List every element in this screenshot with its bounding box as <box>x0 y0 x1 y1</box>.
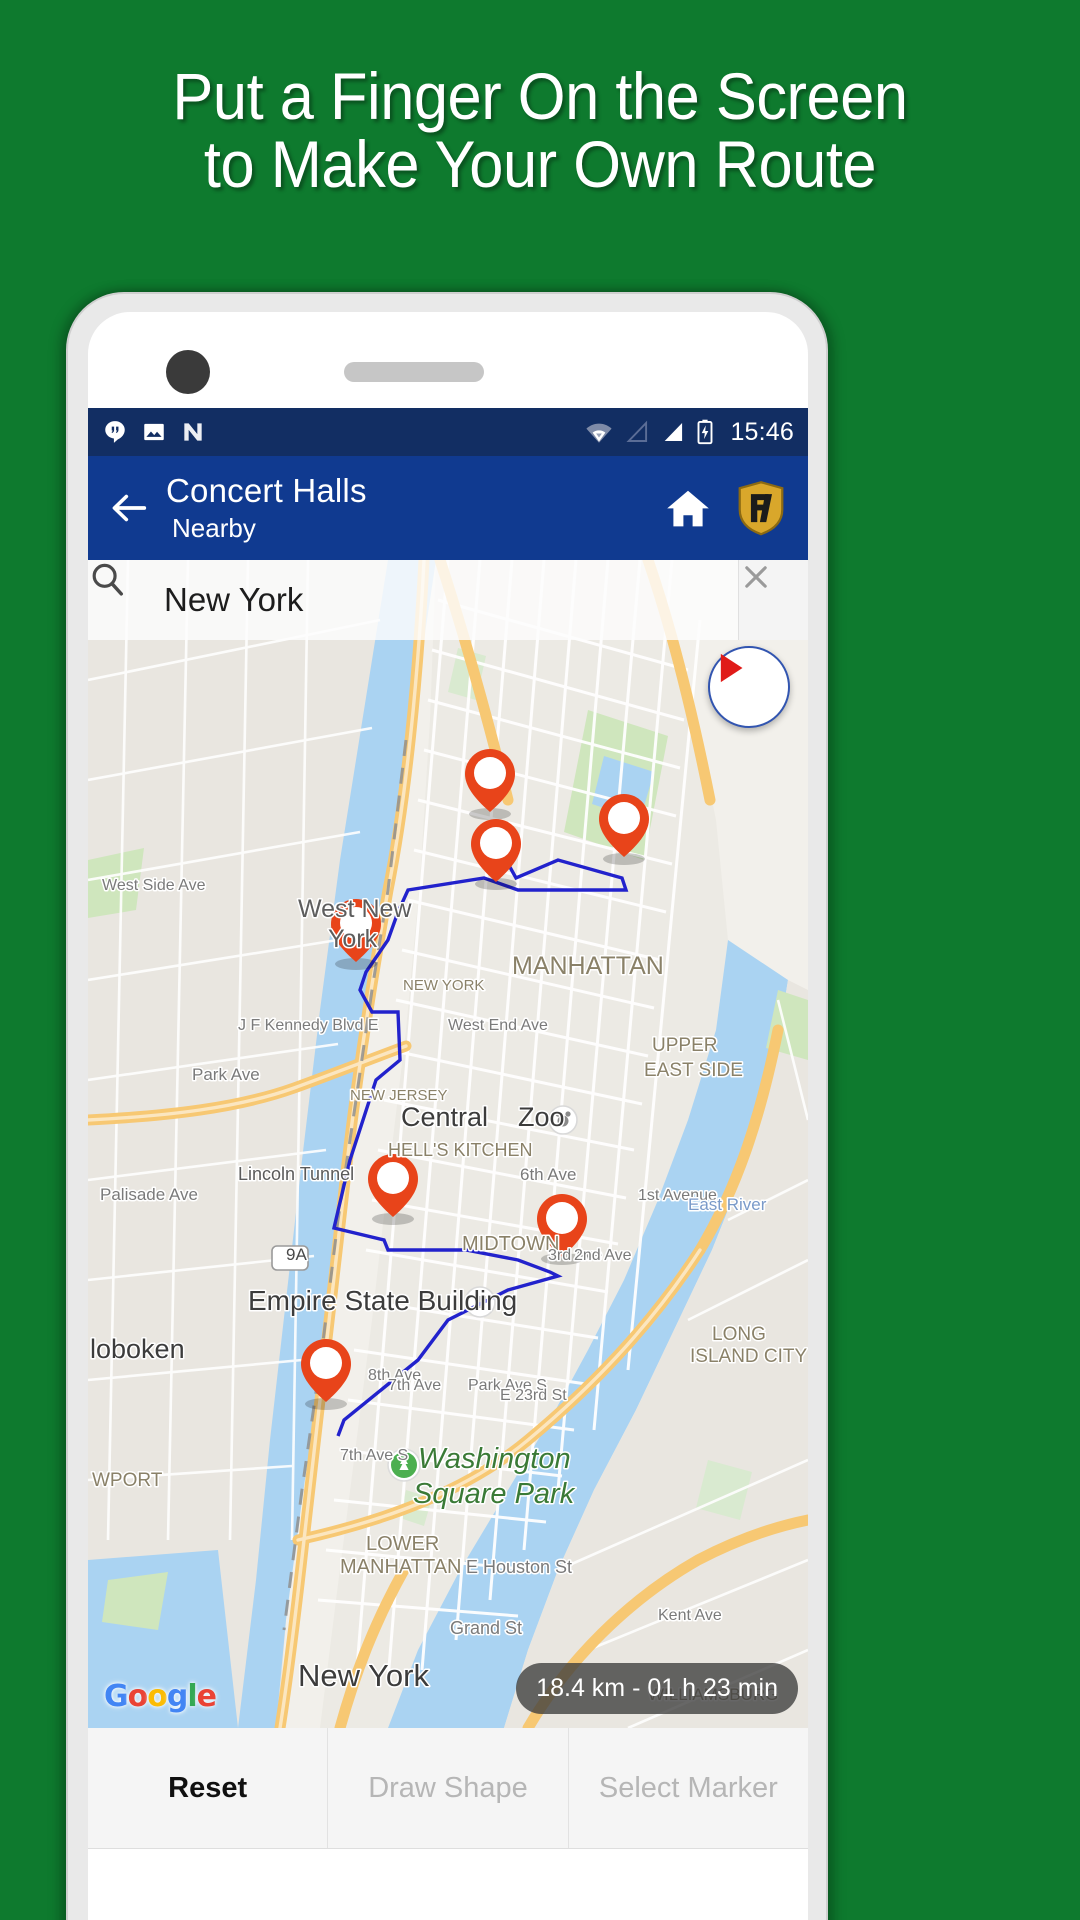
map-label: NEW JERSEY <box>350 1087 448 1104</box>
map-label: loboken <box>90 1334 185 1364</box>
map-label: HELL'S KITCHEN <box>388 1140 532 1160</box>
promo-headline-line1: Put a Finger On the Screen <box>172 59 908 133</box>
status-bar-notifications <box>102 419 206 445</box>
map-label: East River <box>688 1195 767 1214</box>
promo-screenshot: Put a Finger On the Screen to Make Your … <box>0 0 1080 1920</box>
app-bar-titles: Concert Halls Nearby <box>166 472 367 544</box>
map-label: Central <box>401 1102 488 1132</box>
map-label: 9A <box>286 1245 307 1264</box>
select-marker-button[interactable]: Select Marker <box>569 1728 808 1848</box>
search-input[interactable]: New York <box>164 581 303 619</box>
map-label: E Houston St <box>466 1557 572 1577</box>
map-label: West End Ave <box>448 1017 548 1034</box>
promo-headline-line2: to Make Your Own Route <box>203 127 877 201</box>
map-label: J F Kennedy Blvd E <box>238 1017 379 1034</box>
bottom-action-bar: Reset Draw Shape Select Marker <box>88 1728 808 1848</box>
app-bar-actions <box>664 480 790 536</box>
promo-headline: Put a Finger On the Screen to Make Your … <box>38 62 1042 198</box>
map-label: Park Ave <box>192 1065 260 1084</box>
google-attribution: Google <box>104 1679 217 1714</box>
page-subtitle: Nearby <box>172 513 256 543</box>
signal-empty-icon <box>626 420 648 442</box>
map-label: New York <box>298 1658 429 1693</box>
app-bar: Concert Halls Nearby <box>88 456 808 560</box>
map-view[interactable]: West New York MANHATTAN UPPER EAST SIDE Centr… <box>88 560 808 1728</box>
status-bar-system-icons: 15:46 <box>584 418 794 447</box>
map-label: Grand St <box>450 1618 522 1638</box>
map-label: Palisade Ave <box>100 1185 198 1204</box>
map-label: EAST SIDE <box>644 1060 743 1081</box>
map-label: 6th Ave <box>520 1165 576 1184</box>
map-label: LONG <box>712 1324 766 1345</box>
map-label: Lincoln Tunnel <box>238 1164 354 1184</box>
draw-shape-button[interactable]: Draw Shape <box>328 1728 569 1848</box>
map-label: NEW YORK <box>403 977 484 994</box>
map-label: UPPER <box>652 1035 717 1056</box>
map-label: MIDTOWN <box>462 1233 559 1255</box>
distance-duration-badge: 18.4 km - 01 h 23 min <box>516 1663 798 1714</box>
map-label: 7th Ave <box>388 1377 441 1394</box>
photo-icon <box>144 423 164 441</box>
map-label: E 23rd St <box>500 1387 567 1404</box>
play-route-button[interactable] <box>708 646 790 728</box>
map-labels-layer: West NewYork MANHATTAN UPPER EAST SIDE Centr… <box>89 876 809 1706</box>
home-icon[interactable] <box>664 486 712 530</box>
phone-screen: 15:46 Concert Halls Nearby West New York… <box>88 312 808 1920</box>
map-label: ISLAND CITY <box>690 1346 808 1367</box>
map-label: 7th Ave S <box>340 1447 408 1464</box>
map-label: West Side Ave <box>102 877 206 894</box>
status-bar-clock: 15:46 <box>730 417 794 446</box>
close-icon[interactable] <box>739 560 773 594</box>
map-label: 2nd Ave <box>574 1247 632 1264</box>
map-label: WPORT <box>92 1470 163 1491</box>
hangouts-icon <box>105 421 125 443</box>
map-label: Washington <box>418 1443 571 1475</box>
map-label: Square Park <box>413 1478 576 1510</box>
map-label: LOWER <box>366 1533 439 1555</box>
back-arrow-icon[interactable] <box>106 485 152 531</box>
map-label: MANHATTAN <box>340 1556 461 1578</box>
map-label: West New <box>298 895 412 923</box>
app-logo-icon[interactable] <box>736 480 786 536</box>
nova-launcher-icon <box>184 423 202 441</box>
wifi-icon <box>586 423 613 443</box>
phone-mockup: 15:46 Concert Halls Nearby West New York… <box>66 292 828 1920</box>
search-icon[interactable] <box>88 560 126 598</box>
battery-charging-icon <box>697 419 713 445</box>
search-clear-button[interactable] <box>738 560 808 640</box>
front-camera-icon <box>166 350 210 394</box>
status-bar: 15:46 <box>88 408 808 456</box>
map-label: Kent Ave <box>658 1607 722 1624</box>
play-icon[interactable] <box>710 648 750 688</box>
map-label: York <box>328 925 378 953</box>
page-title: Concert Halls <box>166 472 367 509</box>
map-label: Empire State Building <box>248 1285 517 1316</box>
reset-button[interactable]: Reset <box>88 1728 329 1848</box>
map-label: Zoo <box>518 1102 565 1132</box>
signal-full-icon <box>665 423 683 441</box>
phone-bottom-area <box>88 1848 808 1920</box>
earpiece-speaker <box>344 362 484 382</box>
search-bar[interactable]: New York <box>88 560 808 640</box>
map-label: MANHATTAN <box>512 952 664 980</box>
